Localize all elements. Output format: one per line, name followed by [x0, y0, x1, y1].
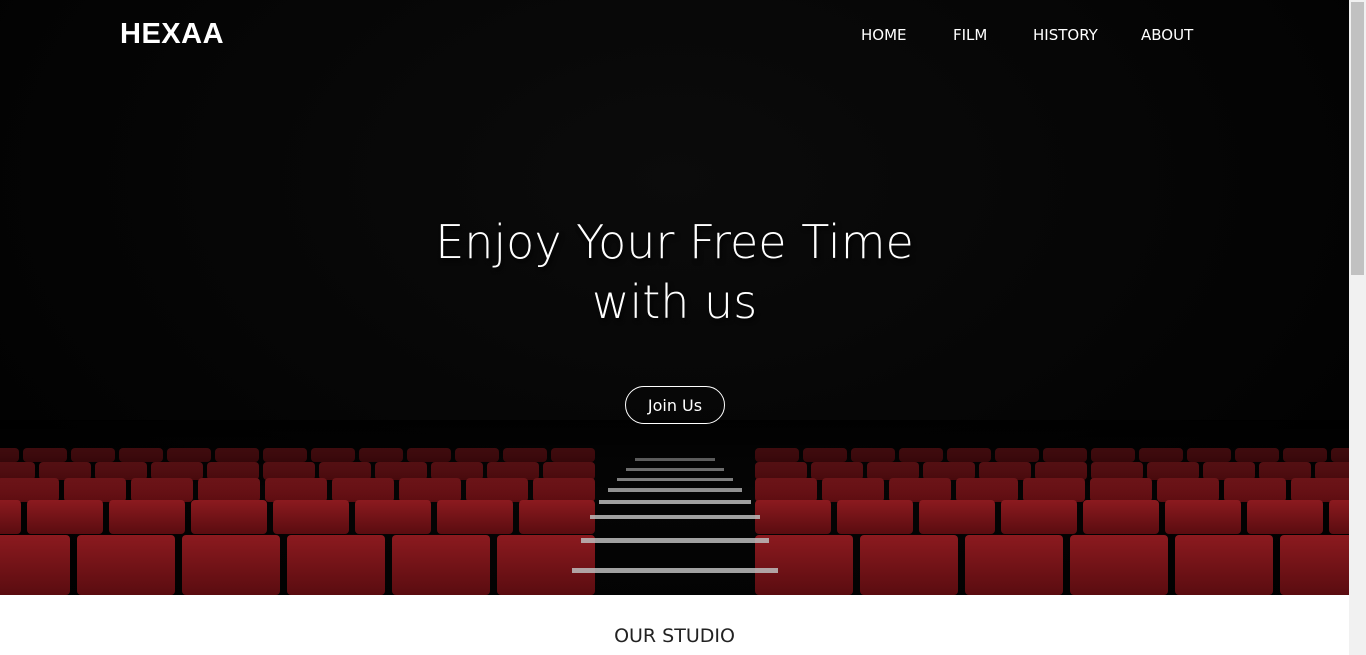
seat	[273, 500, 349, 534]
seat	[1247, 500, 1323, 534]
stair-step	[590, 515, 760, 519]
seat	[837, 500, 913, 534]
seat	[182, 535, 280, 595]
vertical-scrollbar[interactable]	[1349, 0, 1366, 655]
scrollbar-thumb[interactable]	[1351, 2, 1364, 275]
stair-step	[572, 568, 778, 573]
nav-history-link[interactable]: HISTORY	[1033, 26, 1098, 44]
seat	[919, 500, 995, 534]
seat	[287, 535, 385, 595]
seat	[109, 500, 185, 534]
hero-headline-line1: Enjoy Your Free Time	[435, 215, 914, 269]
seat	[1070, 535, 1168, 595]
stair-step	[581, 538, 769, 543]
seat	[1175, 535, 1273, 595]
nav-about-link[interactable]: ABOUT	[1141, 26, 1193, 44]
seat	[0, 500, 21, 534]
hero-headline-line2: with us	[591, 275, 758, 329]
main-nav: HOME FILM HISTORY ABOUT	[0, 26, 1349, 46]
seat	[860, 535, 958, 595]
seat	[392, 535, 490, 595]
seat	[519, 500, 595, 534]
seat	[965, 535, 1063, 595]
stair-step	[599, 500, 751, 504]
hero-section: HEXAA HOME FILM HISTORY ABOUT Enjoy Your…	[0, 0, 1349, 595]
nav-film-link[interactable]: FILM	[953, 26, 987, 44]
seat	[1001, 500, 1077, 534]
seat	[0, 535, 70, 595]
seat	[27, 500, 103, 534]
studio-section-title: OUR STUDIO	[614, 625, 735, 647]
seat	[355, 500, 431, 534]
join-us-button[interactable]: Join Us	[625, 386, 725, 424]
seat	[77, 535, 175, 595]
seat	[191, 500, 267, 534]
seat	[1083, 500, 1159, 534]
studio-section: OUR STUDIO	[0, 595, 1349, 655]
seat	[755, 500, 831, 534]
seat	[1280, 535, 1349, 595]
seat	[497, 535, 595, 595]
page: HEXAA HOME FILM HISTORY ABOUT Enjoy Your…	[0, 0, 1349, 655]
nav-home-link[interactable]: HOME	[861, 26, 907, 44]
seat	[1329, 500, 1349, 534]
seat	[1165, 500, 1241, 534]
hero-headline: Enjoy Your Free Time with us	[0, 212, 1349, 332]
seat	[755, 535, 853, 595]
seat	[437, 500, 513, 534]
